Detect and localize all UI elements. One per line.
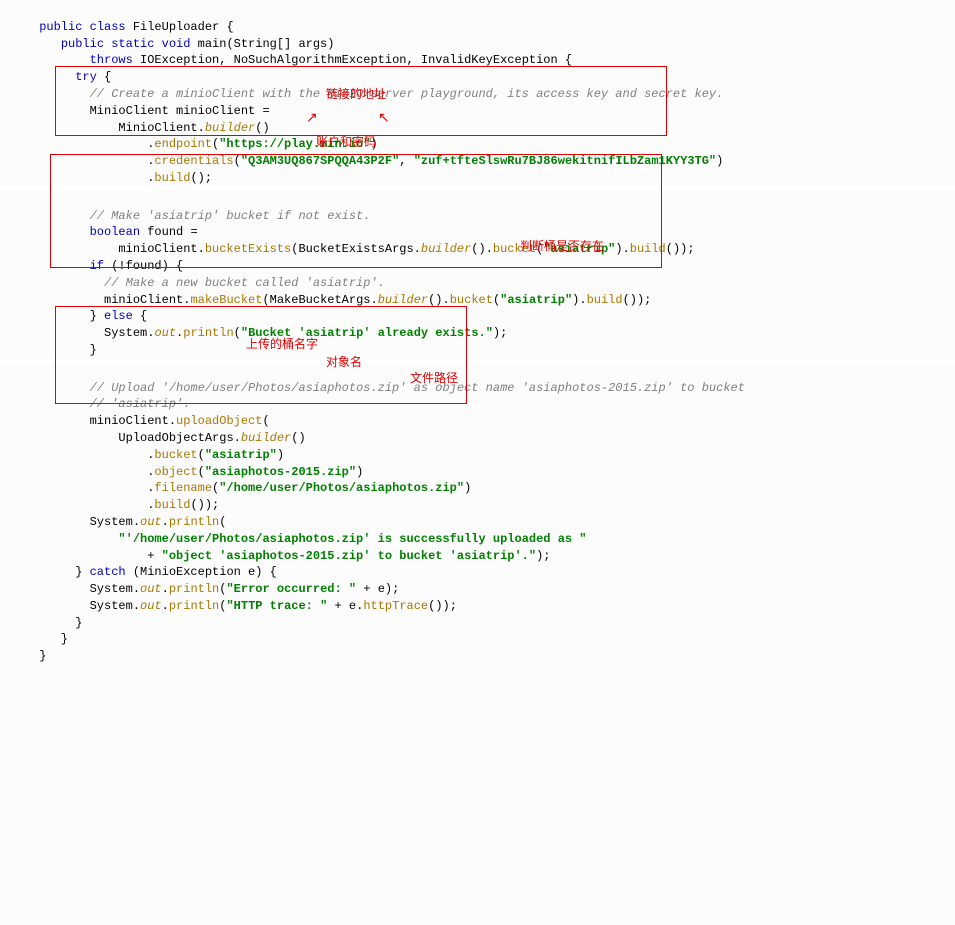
- code-line: .credentials("Q3AM3UQ867SPQQA43P2F", "zu…: [32, 154, 723, 168]
- code-line: System.out.println("HTTP trace: " + e.ht…: [32, 599, 457, 613]
- code-line: System.out.println(: [32, 515, 226, 529]
- code-line: .build();: [32, 171, 212, 185]
- code-line: MinioClient minioClient =: [32, 104, 270, 118]
- code-line: minioClient.uploadObject(: [32, 414, 270, 428]
- code-line: // Upload '/home/user/Photos/asiaphotos.…: [32, 381, 745, 395]
- code-line: // Make a new bucket called 'asiatrip'.: [32, 276, 385, 290]
- code-line: }: [32, 649, 46, 663]
- code-line: "'/home/user/Photos/asiaphotos.zip' is s…: [32, 532, 587, 546]
- code-line: // Make 'asiatrip' bucket if not exist.: [32, 209, 370, 223]
- code-line: } else {: [32, 309, 147, 323]
- code-line: + "object 'asiaphotos-2015.zip' to bucke…: [32, 549, 551, 563]
- code-line: .build());: [32, 498, 219, 512]
- code-line: }: [32, 616, 82, 630]
- code-line: System.out.println("Error occurred: " + …: [32, 582, 399, 596]
- code-line: .object("asiaphotos-2015.zip"): [32, 465, 363, 479]
- annotation-text-bucket-exists: 判断桶是否存在: [520, 238, 604, 255]
- annotation-text-endpoint: 链接的地址: [326, 86, 386, 103]
- code-line: }: [32, 343, 97, 357]
- annotation-arrow-icon: ↖: [378, 110, 390, 130]
- code-line: throws IOException, NoSuchAlgorithmExcep…: [32, 53, 572, 67]
- code-line: .filename("/home/user/Photos/asiaphotos.…: [32, 481, 471, 495]
- annotation-text-credentials: 账户和密码: [316, 134, 376, 151]
- code-line: if (!found) {: [32, 259, 183, 273]
- annotation-text-object-name: 对象名: [326, 354, 362, 371]
- code-line: minioClient.makeBucket(MakeBucketArgs.bu…: [32, 293, 651, 307]
- code-line: // 'asiatrip'.: [32, 397, 190, 411]
- code-line: try {: [32, 70, 111, 84]
- code-line: boolean found =: [32, 225, 198, 239]
- code-line: public static void main(String[] args): [32, 37, 334, 51]
- code-line: public class FileUploader {: [32, 20, 234, 34]
- code-line: .bucket("asiatrip"): [32, 448, 284, 462]
- code-line: MinioClient.builder(): [32, 121, 270, 135]
- code-editor[interactable]: public class FileUploader { public stati…: [0, 0, 955, 925]
- annotation-arrow-icon: ↗: [306, 110, 318, 130]
- code-line: UploadObjectArgs.builder(): [32, 431, 306, 445]
- code-line: } catch (MinioException e) {: [32, 565, 277, 579]
- code-line: }: [32, 632, 68, 646]
- annotation-text-file-path: 文件路径: [410, 370, 458, 387]
- annotation-text-bucket-name: 上传的桶名字: [246, 336, 318, 353]
